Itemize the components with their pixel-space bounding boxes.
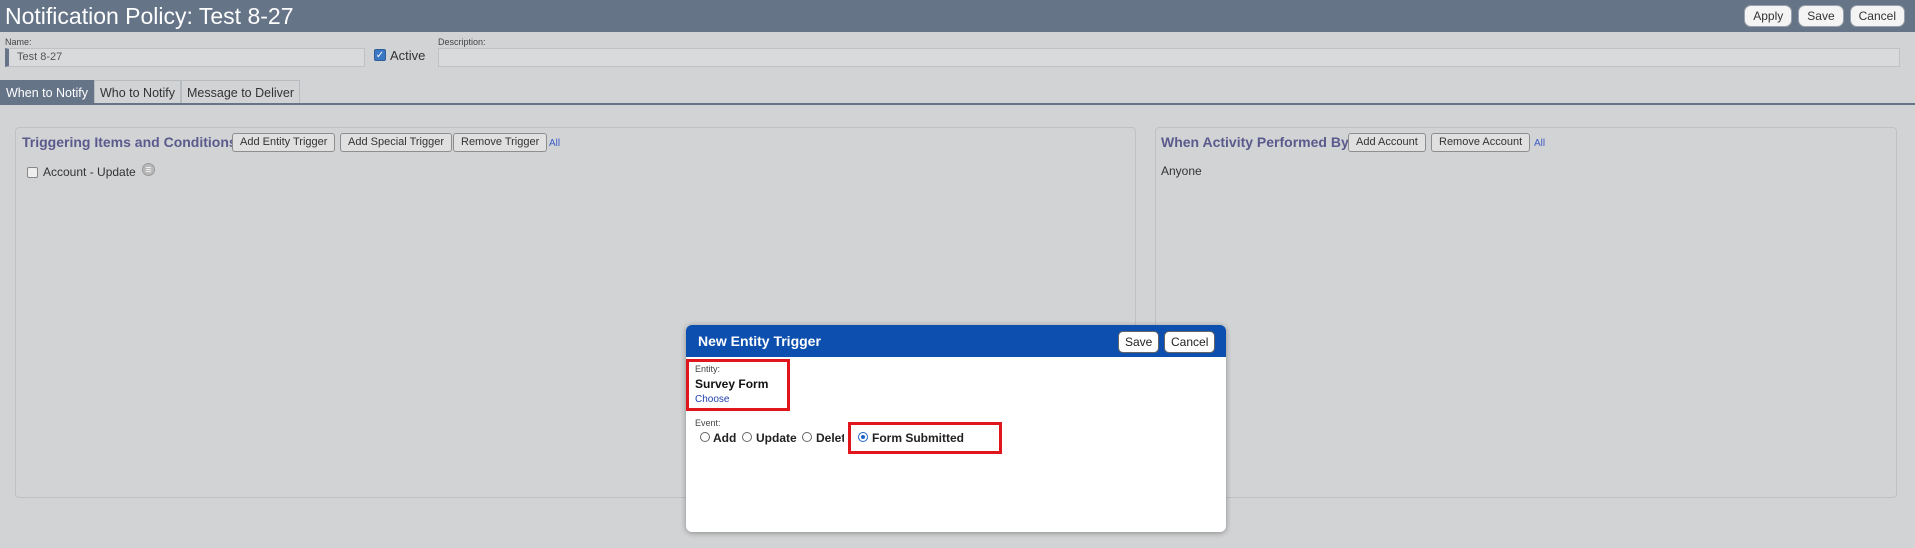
name-field[interactable]: Test 8-27 [5, 48, 365, 67]
event-delete-label: Delete [816, 431, 844, 445]
remove-trigger-button[interactable]: Remove Trigger [453, 133, 548, 152]
trigger-item-label: Account - Update [43, 165, 136, 179]
active-label: Active [390, 48, 426, 63]
event-form-submitted-radio[interactable] [858, 432, 868, 442]
event-label: Event: [695, 418, 721, 428]
triggers-panel-title: Triggering Items and Conditions [22, 134, 237, 150]
add-entity-trigger-button[interactable]: Add Entity Trigger [232, 133, 336, 152]
event-update-radio[interactable] [742, 432, 752, 442]
remove-account-button[interactable]: Remove Account [1431, 133, 1531, 152]
header-actions: Apply Save Cancel [1744, 5, 1905, 27]
tab-divider [0, 103, 1915, 105]
event-update-label: Update [756, 431, 797, 445]
description-label: Description: [438, 37, 486, 47]
trigger-item-checkbox[interactable] [27, 167, 38, 178]
dialog-cancel-button[interactable]: Cancel [1164, 331, 1216, 353]
entity-value: Survey Form [695, 377, 769, 391]
dialog-header: New Entity Trigger Save Cancel [686, 325, 1226, 357]
event-form-submitted-label: Form Submitted [872, 431, 964, 445]
dialog-title: New Entity Trigger [698, 333, 821, 349]
choose-entity-link[interactable]: Choose [695, 394, 729, 405]
tab-who-to-notify[interactable]: Who to Notify [93, 80, 182, 104]
dialog-save-button[interactable]: Save [1118, 331, 1160, 353]
active-checkbox[interactable]: ✓ [374, 49, 386, 61]
page-title: Notification Policy: Test 8-27 [5, 3, 294, 29]
activity-panel-title: When Activity Performed By [1161, 134, 1349, 150]
cancel-button[interactable]: Cancel [1849, 5, 1905, 27]
entity-label: Entity: [695, 364, 721, 374]
add-special-trigger-button[interactable]: Add Special Trigger [340, 133, 452, 152]
apply-button[interactable]: Apply [1744, 5, 1793, 27]
add-account-button[interactable]: Add Account [1348, 133, 1426, 152]
name-label: Name: [5, 37, 32, 47]
description-field[interactable] [438, 48, 1900, 67]
tab-bar: When to Notify Who to Notify Message to … [0, 80, 301, 104]
event-add-label: Add [713, 431, 737, 445]
tab-message-to-deliver[interactable]: Message to Deliver [181, 80, 301, 104]
activity-all-link[interactable]: All [1534, 138, 1545, 149]
triggers-all-link[interactable]: All [549, 138, 560, 149]
event-add-radio[interactable] [700, 432, 710, 442]
header-bar: Notification Policy: Test 8-27 Apply Sav… [0, 0, 1915, 32]
save-button[interactable]: Save [1798, 5, 1844, 27]
event-delete-radio[interactable] [802, 432, 812, 442]
comment-icon[interactable] [142, 163, 155, 176]
tab-when-to-notify[interactable]: When to Notify [0, 80, 94, 104]
new-entity-trigger-dialog: New Entity Trigger Save Cancel Entity: S… [686, 325, 1226, 532]
activity-value: Anyone [1161, 164, 1202, 178]
activity-panel [1155, 127, 1897, 498]
